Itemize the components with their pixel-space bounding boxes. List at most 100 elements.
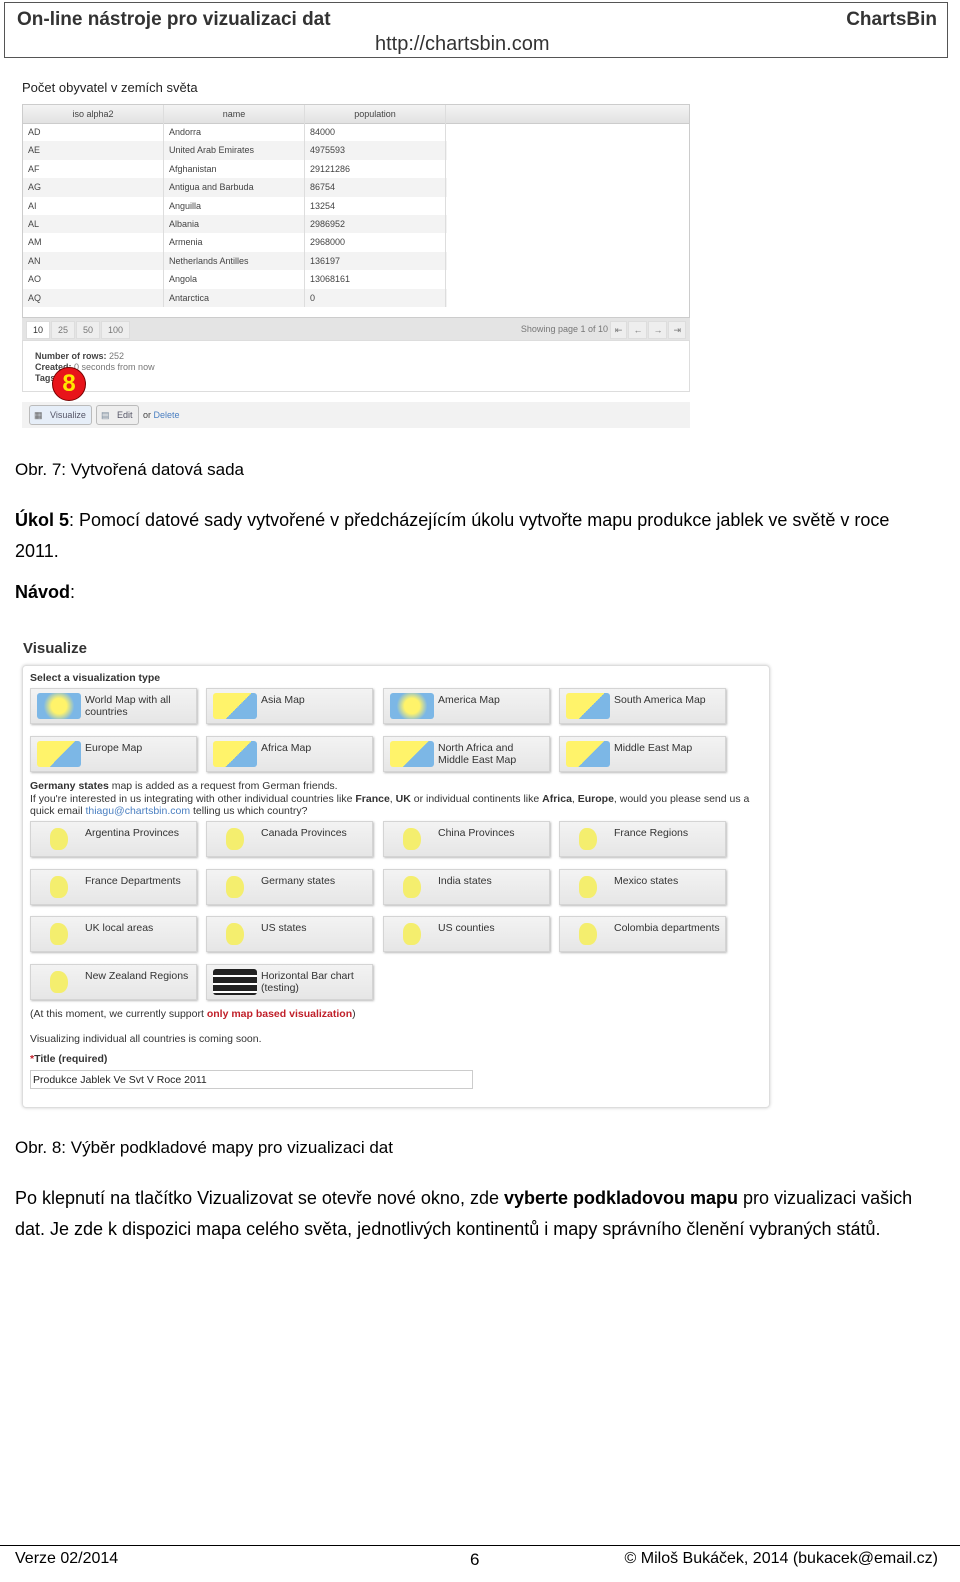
map-option-label: France Departments bbox=[85, 875, 181, 887]
paging-status: Showing page 1 of 10 bbox=[520, 324, 608, 334]
header-url: http://chartsbin.com bbox=[375, 33, 550, 55]
header-brand: ChartsBin bbox=[846, 9, 937, 30]
map-option-label: Germany states bbox=[261, 875, 336, 887]
map-option-label: North Africa and Middle East Map bbox=[438, 742, 517, 766]
visualize-icon: ▦ bbox=[34, 410, 43, 420]
asia-map-icon bbox=[213, 693, 257, 719]
page-footer: Verze 02/2014 6 © Miloš Bukáček, 2014 (b… bbox=[0, 1545, 960, 1569]
first-page-icon[interactable]: ⇤ bbox=[609, 321, 628, 339]
page-size-10[interactable]: 10 bbox=[26, 321, 51, 339]
visualize-title: Visualize bbox=[23, 640, 87, 657]
north-africa-map-icon bbox=[390, 741, 434, 767]
dataset-table: iso alpha2 name population AD Andorra 84000 AE… bbox=[22, 104, 690, 318]
table-cell: AD bbox=[23, 123, 164, 142]
map-option-label: Canada Provinces bbox=[261, 827, 347, 839]
table-header-row: iso alpha2 name population bbox=[23, 105, 689, 125]
map-option-mexico-states[interactable]: Mexico states bbox=[559, 869, 726, 905]
map-option-new-zealand-regions[interactable]: New Zealand Regions bbox=[30, 964, 197, 1000]
table-cell: 2968000 bbox=[305, 233, 446, 252]
map-option-label: America Map bbox=[438, 694, 500, 706]
footer-version: Verze 02/2014 bbox=[15, 1550, 119, 1567]
argentina-provinces-icon bbox=[37, 826, 81, 852]
prev-page-icon[interactable]: ← bbox=[628, 321, 648, 339]
india-states-icon bbox=[390, 874, 434, 900]
map-option-uk-local-areas[interactable]: UK local areas bbox=[30, 916, 197, 952]
map-option-canada-provinces[interactable]: Canada Provinces bbox=[206, 821, 373, 857]
map-option-label: France Regions bbox=[614, 827, 689, 839]
table-cell: Netherlands Antilles bbox=[164, 251, 305, 271]
select-type-label: Select a visualization type bbox=[30, 672, 161, 684]
table-row: AQ Antarctica 0 bbox=[23, 288, 447, 307]
task-paragraph: Úkol 5: Pomocí datové sady vytvořené v p… bbox=[15, 505, 935, 567]
guide-heading: Návod: bbox=[15, 582, 76, 602]
page-size-100[interactable]: 100 bbox=[101, 321, 131, 339]
map-option-label: Europe Map bbox=[85, 742, 143, 754]
footer-copyright: © Miloš Bukáček, 2014 (bukacek@email.cz) bbox=[624, 1550, 938, 1567]
figure-caption-8: Obr. 8: Výběr podkladové mapy pro vizual… bbox=[15, 1138, 393, 1157]
middle-east-map-icon bbox=[566, 741, 610, 767]
title-input[interactable]: Produkce Jablek Ve Svt V Roce 2011 bbox=[30, 1070, 473, 1089]
task-label: Úkol 5 bbox=[15, 510, 70, 530]
map-option-label: World Map with all countries bbox=[85, 694, 171, 718]
email-link[interactable]: thiagu@chartsbin.com bbox=[85, 805, 190, 817]
table-row: AN Netherlands Antilles 136197 bbox=[23, 251, 447, 271]
last-page-icon[interactable]: ⇥ bbox=[668, 321, 686, 339]
edit-icon: ▤ bbox=[101, 410, 110, 420]
mexico-states-icon bbox=[566, 874, 610, 900]
map-option-france-departments[interactable]: France Departments bbox=[30, 869, 197, 905]
table-cell: 29121286 bbox=[305, 159, 446, 179]
map-option-label: Horizontal Bar chart (testing) bbox=[261, 970, 354, 994]
map-option-label: New Zealand Regions bbox=[85, 970, 189, 982]
map-option-us-states[interactable]: US states bbox=[206, 916, 373, 952]
next-page-icon[interactable]: → bbox=[648, 321, 668, 339]
america-map-icon bbox=[390, 693, 434, 719]
column-header: population bbox=[305, 105, 446, 124]
table-cell: Anguilla bbox=[164, 196, 305, 215]
page-size-50[interactable]: 50 bbox=[76, 321, 101, 339]
map-option-us-counties[interactable]: US counties bbox=[383, 916, 550, 952]
map-option-horizontal-bar-chart-testing[interactable]: Horizontal Bar chart (testing) bbox=[206, 964, 373, 1000]
table-cell: Antarctica bbox=[164, 288, 305, 307]
table-cell: Angola bbox=[164, 270, 305, 289]
delete-link[interactable]: Delete bbox=[154, 410, 180, 420]
figure-caption-7: Obr. 7: Vytvořená datová sada bbox=[15, 460, 245, 479]
map-option-germany-states[interactable]: Germany states bbox=[206, 869, 373, 905]
map-option-india-states[interactable]: India states bbox=[383, 869, 550, 905]
map-option-asia-map[interactable]: Asia Map bbox=[206, 688, 373, 724]
pagination-bar: Showing page 1 of 10 ⇤ ← → ⇥ 10 25 50 100 bbox=[22, 318, 690, 341]
map-option-china-provinces[interactable]: China Provinces bbox=[383, 821, 550, 857]
or-text: or bbox=[143, 410, 152, 420]
column-header: name bbox=[164, 105, 305, 124]
map-option-america-map[interactable]: America Map bbox=[383, 688, 550, 724]
map-option-world-map-with-all-countries[interactable]: World Map with all countries bbox=[30, 688, 197, 724]
dataset-actions: ▦ Visualize ▤ Edit or Delete bbox=[22, 402, 690, 428]
colombia-departments-icon bbox=[566, 921, 610, 947]
dataset-info: Number of rows: 252 Created: 0 seconds f… bbox=[22, 340, 690, 392]
header-title: On-line nástroje pro vizualizaci dat bbox=[17, 9, 331, 30]
table-cell: Albania bbox=[164, 215, 305, 234]
edit-button[interactable]: ▤ Edit bbox=[96, 405, 139, 425]
map-option-argentina-provinces[interactable]: Argentina Provinces bbox=[30, 821, 197, 857]
table-row: AE United Arab Emirates 4975593 bbox=[23, 141, 447, 160]
map-option-colombia-departments[interactable]: Colombia departments bbox=[559, 916, 726, 952]
visualize-button[interactable]: ▦ Visualize bbox=[29, 405, 92, 425]
map-option-africa-map[interactable]: Africa Map bbox=[206, 736, 373, 772]
table-cell: AO bbox=[23, 270, 164, 289]
map-option-france-regions[interactable]: France Regions bbox=[559, 821, 726, 857]
body-paragraph: Po klepnutí na tlačítko Vizualizovat se … bbox=[15, 1188, 913, 1239]
africa-map-icon bbox=[213, 741, 257, 767]
page-header: On-line nástroje pro vizualizaci dat Cha… bbox=[4, 2, 948, 58]
table-row: AD Andorra 84000 bbox=[23, 123, 447, 142]
map-option-middle-east-map[interactable]: Middle East Map bbox=[559, 736, 726, 772]
map-option-south-america-map[interactable]: South America Map bbox=[559, 688, 726, 724]
table-cell: Afghanistan bbox=[164, 159, 305, 179]
europe-map-icon bbox=[37, 741, 81, 767]
map-option-europe-map[interactable]: Europe Map bbox=[30, 736, 197, 772]
map-option-north-africa-and-middle-east-map[interactable]: North Africa and Middle East Map bbox=[383, 736, 550, 772]
page-size-25[interactable]: 25 bbox=[51, 321, 76, 339]
table-row: AG Antigua and Barbuda 86754 bbox=[23, 178, 447, 197]
map-option-label: India states bbox=[438, 875, 492, 887]
canada-provinces-icon bbox=[213, 826, 257, 852]
china-provinces-icon bbox=[390, 826, 434, 852]
table-row: AI Anguilla 13254 bbox=[23, 196, 447, 215]
